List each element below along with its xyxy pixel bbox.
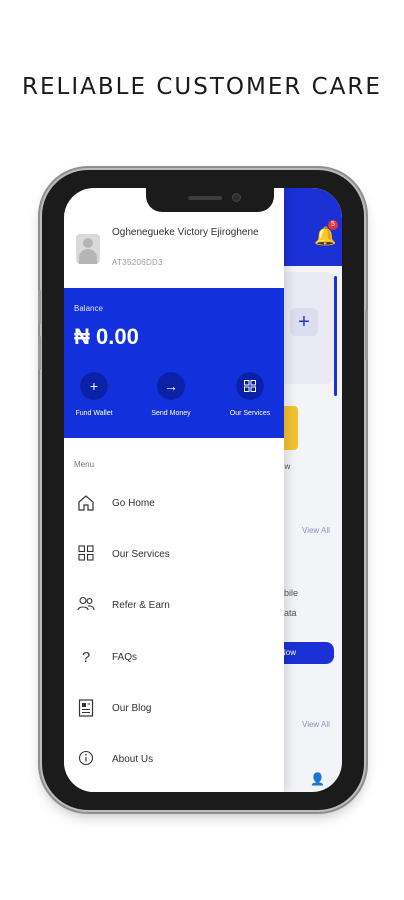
- home-icon: [76, 494, 96, 514]
- grid-icon: [236, 372, 264, 400]
- grid-icon: [76, 545, 96, 565]
- fund-wallet-label: Fund Wallet: [75, 410, 113, 417]
- text-fragment: ata: [284, 608, 297, 618]
- side-drawer: Oghenegueke Victory Ejiroghene AT35206DD…: [64, 188, 284, 792]
- our-services-label: Our Services: [229, 410, 271, 417]
- notification-badge: 5: [328, 220, 338, 230]
- menu-heading: Menu: [74, 460, 95, 469]
- our-services-button[interactable]: Our Services: [220, 372, 280, 417]
- balance-amount: ₦ 0.00: [74, 324, 139, 349]
- question-icon: ?: [81, 649, 91, 666]
- avatar: [76, 234, 100, 264]
- balance-card: Balance ₦ 0.00 + Fund Wallet → Send Mone…: [64, 288, 284, 438]
- menu-item-label: About Us: [112, 754, 154, 765]
- info-icon: [76, 750, 96, 770]
- menu-item-label: FAQs: [112, 652, 138, 663]
- plus-icon: +: [80, 372, 108, 400]
- menu-item-faqs[interactable]: ? FAQs: [64, 638, 284, 678]
- action-button[interactable]: Now: [276, 642, 334, 664]
- scroll-indicator: [334, 276, 337, 396]
- menu-item-about-us[interactable]: About Us: [64, 740, 284, 780]
- send-money-button[interactable]: → Send Money: [141, 372, 201, 417]
- menu-item-our-blog[interactable]: Our Blog: [64, 689, 284, 729]
- menu-item-label: Go Home: [112, 498, 155, 509]
- arrow-right-icon: →: [157, 372, 185, 400]
- view-all-link[interactable]: View All: [302, 526, 330, 535]
- volume-button: [38, 336, 41, 370]
- profile-name: Oghenegueke Victory Ejiroghene: [112, 227, 259, 238]
- camera: [232, 193, 241, 202]
- page-headline: RELIABLE CUSTOMER CARE: [22, 74, 382, 100]
- volume-button: [38, 290, 41, 324]
- fund-wallet-button[interactable]: + Fund Wallet: [64, 372, 124, 417]
- balance-label: Balance: [74, 304, 103, 313]
- menu-item-label: Refer & Earn: [112, 600, 170, 611]
- phone-screen: 🔔 5 + ow View All bile ata Now View All …: [64, 188, 342, 792]
- blog-icon: [76, 699, 96, 719]
- users-icon: [76, 596, 96, 616]
- menu-item-go-home[interactable]: Go Home: [64, 484, 284, 524]
- phone-frame: 🔔 5 + ow View All bile ata Now View All …: [38, 170, 368, 810]
- notch: [146, 188, 274, 212]
- avatar-body: [79, 249, 97, 264]
- menu-item-refer-earn[interactable]: Refer & Earn: [64, 586, 284, 626]
- view-all-link[interactable]: View All: [302, 720, 330, 729]
- profile-id: AT35206DD3: [112, 258, 163, 267]
- avatar-head: [83, 238, 93, 248]
- plus-icon[interactable]: +: [290, 308, 318, 336]
- menu-item-label: Our Blog: [112, 703, 152, 714]
- speaker: [188, 196, 222, 200]
- menu-item-label: Our Services: [112, 549, 170, 560]
- send-money-label: Send Money: [151, 410, 191, 417]
- menu-item-our-services[interactable]: Our Services: [64, 535, 284, 575]
- text-fragment: bile: [284, 588, 299, 598]
- power-button: [365, 310, 368, 360]
- profile-icon[interactable]: 👤: [310, 772, 325, 786]
